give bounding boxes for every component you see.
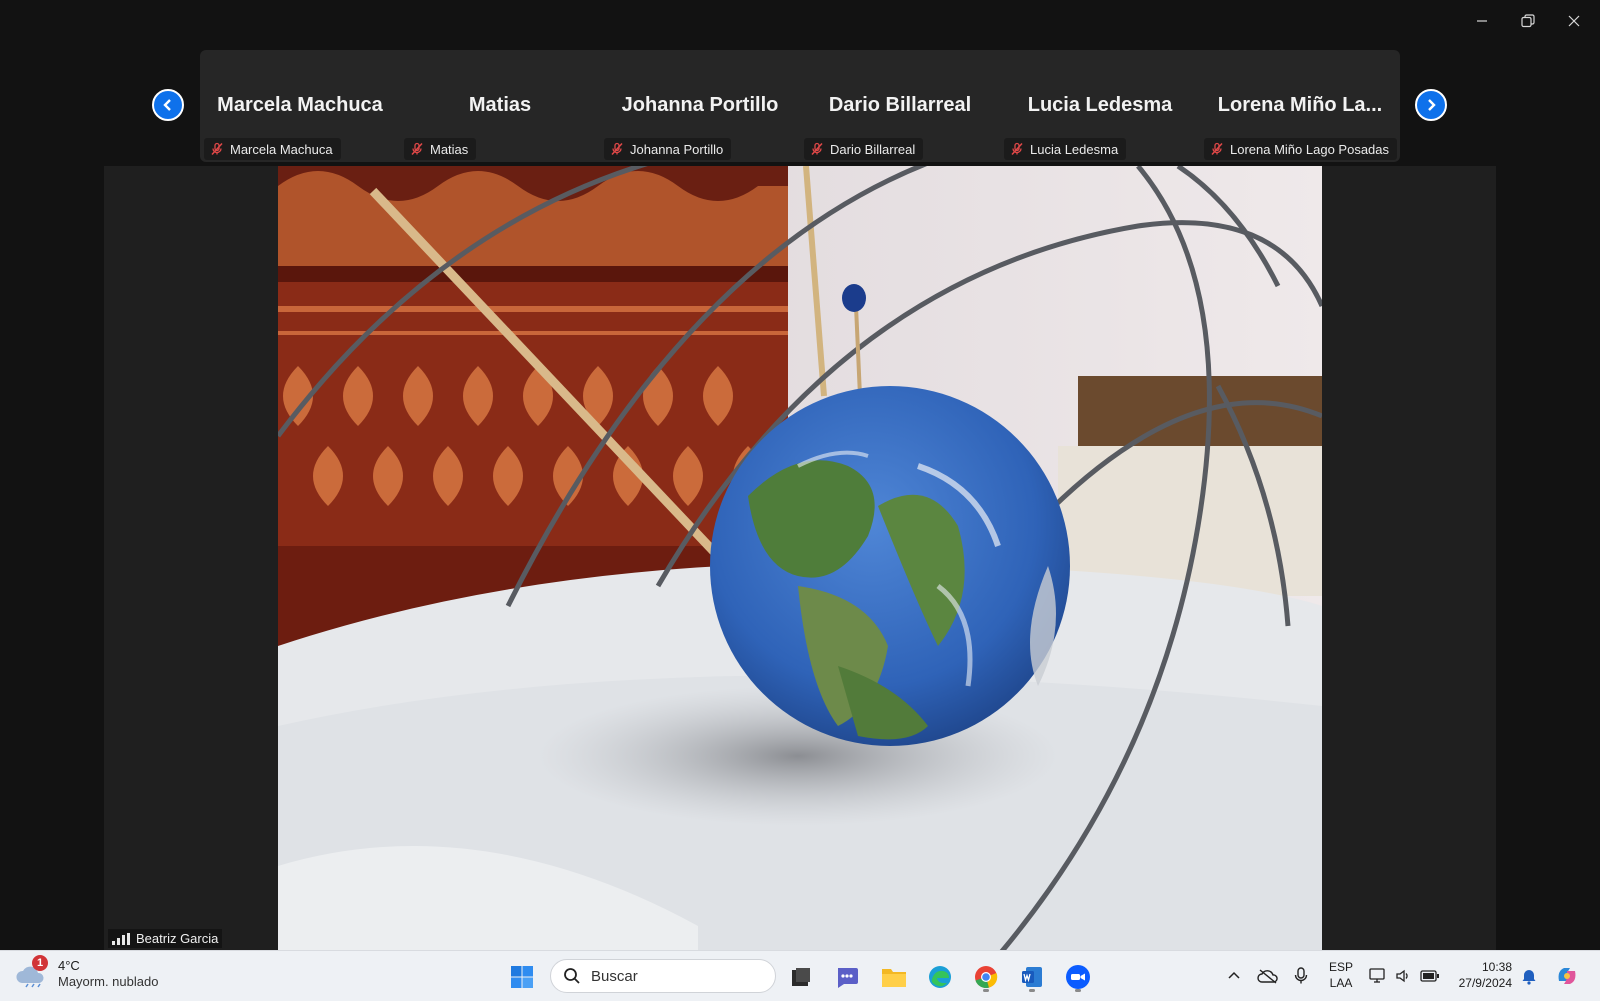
video-frame-illustration — [278, 166, 1322, 950]
participant-label-text: Dario Billarreal — [830, 141, 916, 157]
mic-muted-icon — [1011, 142, 1023, 156]
folder-icon — [882, 969, 906, 987]
input-language-button[interactable]: ESP LAA — [1326, 959, 1356, 991]
participant-name: Matias — [468, 94, 532, 116]
previous-page-button[interactable] — [152, 89, 184, 121]
teams-icon — [838, 968, 858, 988]
participant-label-text: Matias — [430, 141, 469, 157]
taskbar-app-zoom[interactable] — [1060, 959, 1096, 995]
network-button[interactable] — [1366, 959, 1390, 993]
search-placeholder: Buscar — [591, 967, 638, 985]
participant-label: Johanna Portillo — [604, 138, 732, 160]
running-indicator — [1075, 989, 1081, 992]
zoom-icon — [1066, 965, 1090, 989]
weather-temp: 4°C — [58, 958, 80, 973]
participant-tile[interactable]: Lucia Ledesma Lucia Ledesma — [1000, 50, 1200, 162]
battery-button[interactable] — [1418, 959, 1442, 993]
participant-strip: Marcela Machuca Marcela Machuca Matias M… — [200, 50, 1400, 162]
participant-name: Johanna Portillo — [621, 94, 779, 116]
restore-button[interactable] — [1504, 6, 1552, 36]
participant-label: Matias — [404, 138, 477, 160]
edge-icon — [929, 966, 951, 988]
copilot-icon — [1558, 968, 1576, 984]
participant-label: Marcela Machuca — [204, 138, 341, 160]
clock-button[interactable]: 10:38 27/9/2024 — [1448, 959, 1512, 991]
onedrive-button[interactable] — [1254, 959, 1282, 993]
mic-muted-icon — [411, 142, 423, 156]
mic-muted-icon — [811, 142, 823, 156]
search-icon — [564, 968, 580, 984]
weather-widget[interactable]: 1 4°C Mayorm. nublado — [14, 955, 159, 991]
minimize-button[interactable] — [1458, 6, 1506, 36]
taskbar-app-files[interactable] — [783, 959, 819, 995]
participant-label: Lucia Ledesma — [1004, 138, 1127, 160]
chevron-right-icon — [1428, 99, 1436, 111]
weather-desc: Mayorm. nublado — [58, 974, 159, 989]
active-speaker-label: Beatriz Garcia — [108, 929, 223, 948]
close-icon — [1568, 15, 1580, 27]
participant-name: Dario Billarreal — [828, 94, 972, 116]
running-indicator — [1029, 989, 1035, 992]
notification-badge: 1 — [32, 955, 48, 971]
participant-tile[interactable]: Matias Matias — [400, 50, 600, 162]
cloud-icon: 1 — [14, 955, 48, 991]
next-page-button[interactable] — [1415, 89, 1447, 121]
mic-muted-icon — [211, 142, 223, 156]
copilot-button[interactable] — [1552, 959, 1582, 993]
clock-time: 10:38 — [1481, 960, 1512, 974]
windows-icon — [511, 966, 533, 988]
mic-muted-icon — [611, 142, 623, 156]
taskbar-app-word[interactable] — [1014, 959, 1050, 995]
taskbar-app-explorer[interactable] — [876, 959, 912, 995]
taskbar: 1 4°C Mayorm. nublado Buscar ESP LAA 10:… — [0, 950, 1600, 1001]
participant-label: Dario Billarreal — [804, 138, 924, 160]
active-speaker-name: Beatriz Garcia — [136, 931, 219, 946]
notifications-button[interactable] — [1518, 959, 1540, 993]
participant-name: Lucia Ledesma — [1027, 94, 1173, 116]
show-hidden-icons-button[interactable] — [1222, 959, 1246, 993]
active-speaker-video — [278, 166, 1322, 950]
battery-icon — [1420, 970, 1439, 982]
chevron-up-icon — [1228, 971, 1240, 979]
participant-name: Lorena Miño La... — [1217, 94, 1383, 116]
participant-tile[interactable]: Marcela Machuca Marcela Machuca — [200, 50, 400, 162]
running-indicator — [983, 989, 989, 992]
network-icon — [1369, 968, 1385, 983]
minimize-icon — [1477, 20, 1487, 22]
participant-name: Marcela Machuca — [217, 94, 383, 116]
volume-button[interactable] — [1392, 959, 1414, 993]
mic-muted-icon — [1211, 142, 1223, 156]
taskbar-app-teams[interactable] — [829, 959, 865, 995]
input-keyboard-layout: LAA — [1329, 976, 1353, 990]
signal-icon — [112, 932, 130, 945]
participant-tile[interactable]: Lorena Miño La... Lorena Miño Lago Posad… — [1200, 50, 1400, 162]
microphone-button[interactable] — [1290, 959, 1312, 993]
participant-tile[interactable]: Dario Billarreal Dario Billarreal — [800, 50, 1000, 162]
search-box[interactable]: Buscar — [550, 959, 776, 993]
restore-icon — [1521, 14, 1535, 28]
participant-tile[interactable]: Johanna Portillo Johanna Portillo — [600, 50, 800, 162]
bell-icon — [1522, 970, 1536, 985]
microphone-icon — [1294, 967, 1308, 984]
chrome-icon — [975, 966, 998, 989]
participant-label-text: Marcela Machuca — [230, 141, 333, 157]
clock-date: 27/9/2024 — [1458, 976, 1512, 990]
chevron-left-icon — [163, 99, 171, 111]
taskbar-app-chrome[interactable] — [968, 959, 1004, 995]
participant-label-text: Johanna Portillo — [630, 141, 724, 157]
close-button[interactable] — [1550, 6, 1598, 36]
onedrive-icon — [1257, 969, 1278, 984]
participant-label: Lorena Miño Lago Posadas — [1204, 138, 1398, 160]
file-manager-icon — [792, 968, 810, 986]
participant-label-text: Lorena Miño Lago Posadas — [1230, 141, 1390, 157]
word-icon — [1022, 967, 1042, 987]
start-button[interactable] — [504, 959, 540, 995]
taskbar-app-edge[interactable] — [922, 959, 958, 995]
participant-label-text: Lucia Ledesma — [1030, 141, 1119, 157]
volume-icon — [1396, 969, 1408, 983]
main-video-stage[interactable]: Beatriz Garcia — [104, 166, 1496, 950]
input-language-code: ESP — [1328, 960, 1353, 974]
